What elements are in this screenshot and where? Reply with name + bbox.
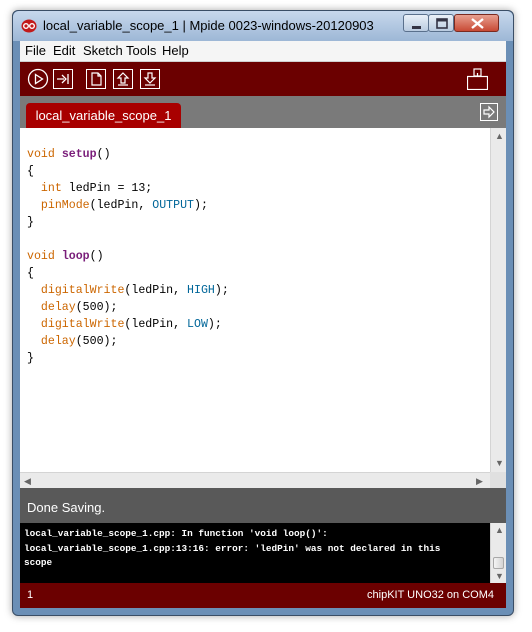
- status-bar: Done Saving.: [20, 488, 506, 523]
- code-line: }: [27, 352, 34, 365]
- open-icon[interactable]: [113, 69, 133, 89]
- code-line: digitalWrite(ledPin, LOW);: [40, 318, 222, 331]
- status-message: Done Saving.: [27, 500, 106, 515]
- maximize-button[interactable]: [428, 14, 454, 32]
- menu-tools[interactable]: Tools: [126, 43, 156, 58]
- menu-help[interactable]: Help: [162, 43, 189, 58]
- title-bar[interactable]: local_variable_scope_1 | Mpide 0023-wind…: [13, 11, 513, 41]
- console-scroll-thumb[interactable]: [493, 557, 504, 569]
- serial-monitor-icon[interactable]: [467, 68, 488, 90]
- board-port-label: chipKIT UNO32 on COM4: [367, 589, 494, 601]
- editor-horizontal-scrollbar[interactable]: ◀ ▶: [20, 472, 490, 488]
- menu-bar: File Edit Sketch Tools Help: [20, 41, 506, 62]
- toolbar: [20, 62, 506, 96]
- code-line: void loop(): [27, 250, 104, 263]
- code-editor[interactable]: void setup() { int ledPin = 13; pinMode(…: [20, 128, 490, 472]
- console-line: local_variable_scope_1.cpp:13:16: error:…: [24, 542, 441, 554]
- console-line: local_variable_scope_1.cpp: In function …: [24, 528, 328, 539]
- tab-bar: local_variable_scope_1: [20, 96, 506, 128]
- menu-edit[interactable]: Edit: [53, 43, 75, 58]
- upload-icon[interactable]: [53, 69, 73, 89]
- minimize-icon: [412, 26, 421, 29]
- console-line: scope: [24, 557, 53, 568]
- scroll-right-icon[interactable]: ▶: [476, 476, 483, 486]
- code-line: void setup(): [27, 148, 111, 161]
- window-title: local_variable_scope_1 | Mpide 0023-wind…: [43, 18, 374, 33]
- tab-menu-arrow-icon[interactable]: [480, 103, 498, 121]
- console-scroll-down-icon[interactable]: ▼: [495, 571, 504, 581]
- scroll-down-icon[interactable]: ▼: [495, 458, 504, 468]
- code-line: }: [27, 216, 34, 229]
- footer-bar: 1 chipKIT UNO32 on COM4: [20, 583, 506, 608]
- scroll-corner: [490, 472, 506, 488]
- console-output[interactable]: local_variable_scope_1.cpp: In function …: [20, 523, 490, 583]
- code-line: delay(500);: [40, 335, 118, 348]
- line-number: 1: [27, 589, 34, 601]
- close-button[interactable]: [454, 14, 499, 32]
- console-text: local_variable_scope_1.cpp: In function …: [24, 527, 440, 571]
- console-scroll-up-icon[interactable]: ▲: [495, 525, 504, 535]
- code-line: digitalWrite(ledPin, HIGH);: [40, 284, 229, 297]
- app-window: local_variable_scope_1 | Mpide 0023-wind…: [12, 10, 514, 616]
- console-scrollbar[interactable]: ▲ ▼: [490, 523, 506, 583]
- minimize-button[interactable]: [403, 14, 429, 32]
- menu-sketch[interactable]: Sketch: [83, 43, 123, 58]
- code-text: void setup() { int ledPin = 13; pinMode(…: [27, 146, 229, 367]
- close-icon: [471, 18, 484, 29]
- code-line: {: [27, 165, 34, 178]
- new-icon[interactable]: [86, 69, 106, 89]
- code-line: delay(500);: [40, 301, 118, 314]
- app-icon: [21, 19, 37, 33]
- code-line: pinMode(ledPin, OUTPUT);: [40, 199, 208, 212]
- menu-file[interactable]: File: [25, 43, 46, 58]
- save-icon[interactable]: [140, 69, 160, 89]
- code-line: {: [27, 267, 34, 280]
- editor-vertical-scrollbar[interactable]: ▲ ▼: [490, 128, 506, 472]
- client-area: File Edit Sketch Tools Help local_variab…: [20, 41, 506, 608]
- tab-sketch[interactable]: local_variable_scope_1: [26, 103, 181, 128]
- scroll-left-icon[interactable]: ◀: [24, 476, 31, 486]
- scroll-up-icon[interactable]: ▲: [495, 131, 504, 141]
- code-line: int ledPin = 13;: [40, 182, 153, 195]
- verify-icon[interactable]: [27, 68, 49, 90]
- maximize-icon: [436, 18, 448, 29]
